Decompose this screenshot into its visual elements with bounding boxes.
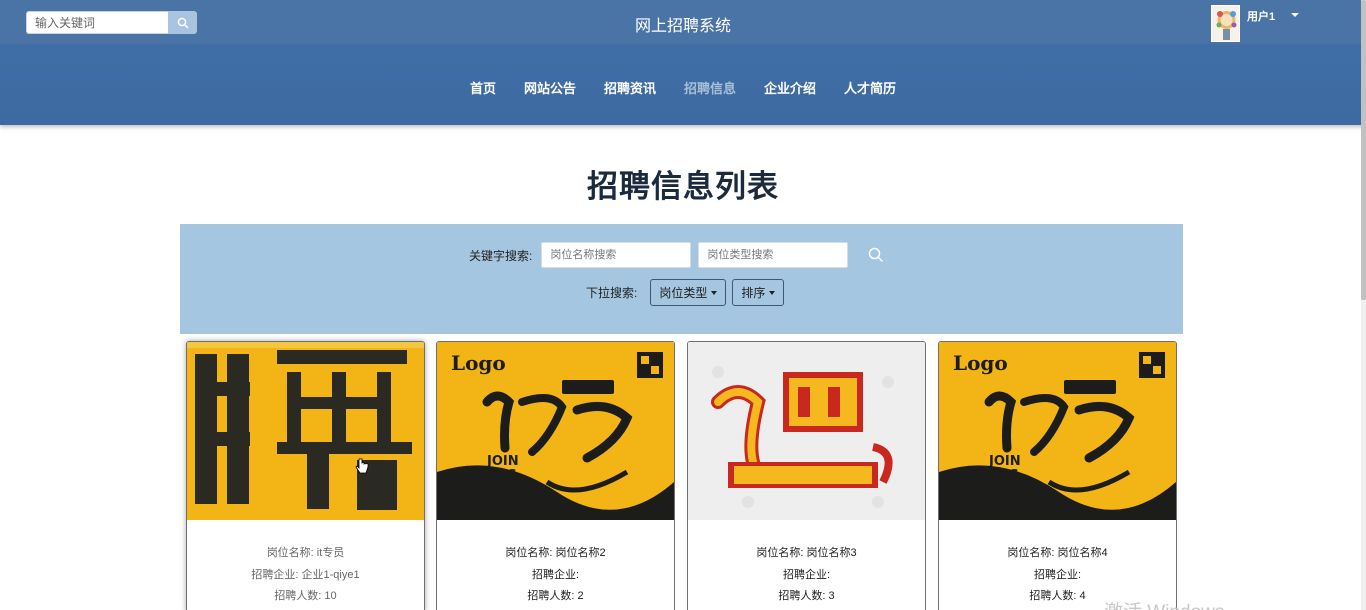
main-nav: 首页 网站公告 招聘资讯 招聘信息 企业介绍 人才简历 xyxy=(0,45,1366,125)
svg-text:JOIN: JOIN xyxy=(988,454,1021,469)
job-card-position-name: 岗位名称: 岗位名称4 xyxy=(1007,547,1108,559)
keyword-search-label: 关键字搜索: xyxy=(469,248,533,263)
search-icon[interactable] xyxy=(867,246,885,264)
nav-item-talent-resume[interactable]: 人才简历 xyxy=(844,78,896,97)
job-card-image[interactable] xyxy=(688,342,925,520)
nav-item-recruit-info[interactable]: 招聘信息 xyxy=(684,78,736,97)
position-type-dropdown-label: 岗位类型 xyxy=(659,286,708,300)
job-card-info: 岗位名称: 岗位名称3 招聘企业: 招聘人数: 3 xyxy=(688,543,925,608)
job-card-position-name: 岗位名称: it专员 xyxy=(266,547,345,559)
svg-text:US: US xyxy=(497,468,517,483)
site-title: 网上招聘系统 xyxy=(634,18,731,35)
job-card-position-name: 岗位名称: 岗位名称2 xyxy=(505,547,606,559)
avatar[interactable] xyxy=(1211,5,1240,42)
job-card-company: 招聘企业: xyxy=(1033,568,1082,581)
nav-item-company-intro[interactable]: 企业介绍 xyxy=(764,78,816,97)
job-card-company: 招聘企业: xyxy=(782,568,831,581)
keyword-search-row: 关键字搜索: xyxy=(469,242,885,268)
logo-join-us-poster-image: Logo JOIN US xyxy=(437,342,674,520)
position-name-search-input[interactable] xyxy=(541,242,692,268)
nav-item-announcements[interactable]: 网站公告 xyxy=(524,78,576,97)
job-card-info: 岗位名称: it专员 招聘企业: 企业1-qiye1 招聘人数: 10 xyxy=(187,543,424,608)
filter-panel: 关键字搜索: 下拉搜索: 岗位类型 排序 xyxy=(180,224,1183,334)
user-menu[interactable]: 用户1 xyxy=(1211,5,1300,42)
dropdown-search-label: 下拉搜索: xyxy=(586,286,638,300)
job-card-position-name: 岗位名称: 岗位名称3 xyxy=(756,547,857,559)
job-card[interactable]: 岗位名称: it专员 招聘企业: 企业1-qiye1 招聘人数: 10 xyxy=(186,341,425,610)
sort-dropdown[interactable]: 排序 xyxy=(732,279,785,306)
position-type-search-input[interactable] xyxy=(698,242,849,268)
position-type-dropdown[interactable]: 岗位类型 xyxy=(650,279,727,306)
logo-join-us-poster-image: Logo JOIN US xyxy=(939,342,1176,520)
job-card[interactable]: 岗位名称: 岗位名称3 招聘企业: 招聘人数: 3 xyxy=(687,341,926,610)
scrollbar-thumb[interactable] xyxy=(1361,0,1366,300)
svg-text:US: US xyxy=(999,468,1019,483)
job-card-image[interactable] xyxy=(187,342,424,520)
svg-text:Logo: Logo xyxy=(451,351,506,375)
job-card-info: 岗位名称: 岗位名称2 招聘企业: 招聘人数: 2 xyxy=(437,543,674,608)
job-card-company: 招聘企业: 企业1-qiye1 xyxy=(251,568,360,581)
svg-text:JOIN: JOIN xyxy=(486,454,519,469)
username[interactable]: 用户1 xyxy=(1247,8,1275,24)
svg-text:Logo: Logo xyxy=(953,351,1008,375)
avatar-image-icon xyxy=(1212,6,1239,41)
job-card[interactable]: Logo JOIN US 岗位名称: 岗位名称4 招聘企业: 招聘人数: 4 xyxy=(938,341,1177,610)
chevron-down-icon xyxy=(769,290,776,295)
job-card-image[interactable]: Logo JOIN US xyxy=(939,342,1176,520)
chevron-down-icon[interactable] xyxy=(1291,13,1300,17)
hand-cursor-icon xyxy=(355,458,369,474)
page-title: 招聘信息列表 xyxy=(587,169,779,204)
job-card-headcount: 招聘人数: 10 xyxy=(274,590,337,602)
ji-pin-poster-image xyxy=(688,342,925,520)
sort-dropdown-label: 排序 xyxy=(741,286,766,300)
nav-item-home[interactable]: 首页 xyxy=(470,78,496,97)
top-bar: 网上招聘系统 用户1 xyxy=(0,0,1366,45)
job-card[interactable]: Logo JOIN US 岗位名称: 岗位名称2 招聘企业: 招聘人数: 2 xyxy=(436,341,675,610)
job-card-headcount: 招聘人数: 2 xyxy=(527,590,584,602)
yellow-pin-poster-image xyxy=(187,342,424,520)
job-card-company: 招聘企业: xyxy=(531,568,580,581)
activation-watermark: 激活 Windows xyxy=(1104,597,1224,610)
job-card-headcount: 招聘人数: 3 xyxy=(778,590,835,602)
job-card-image[interactable]: Logo JOIN US xyxy=(437,342,674,520)
chevron-down-icon xyxy=(711,290,718,295)
dropdown-search-row: 下拉搜索: 岗位类型 排序 xyxy=(586,279,785,306)
nav-item-recruit-news[interactable]: 招聘资讯 xyxy=(604,78,656,97)
